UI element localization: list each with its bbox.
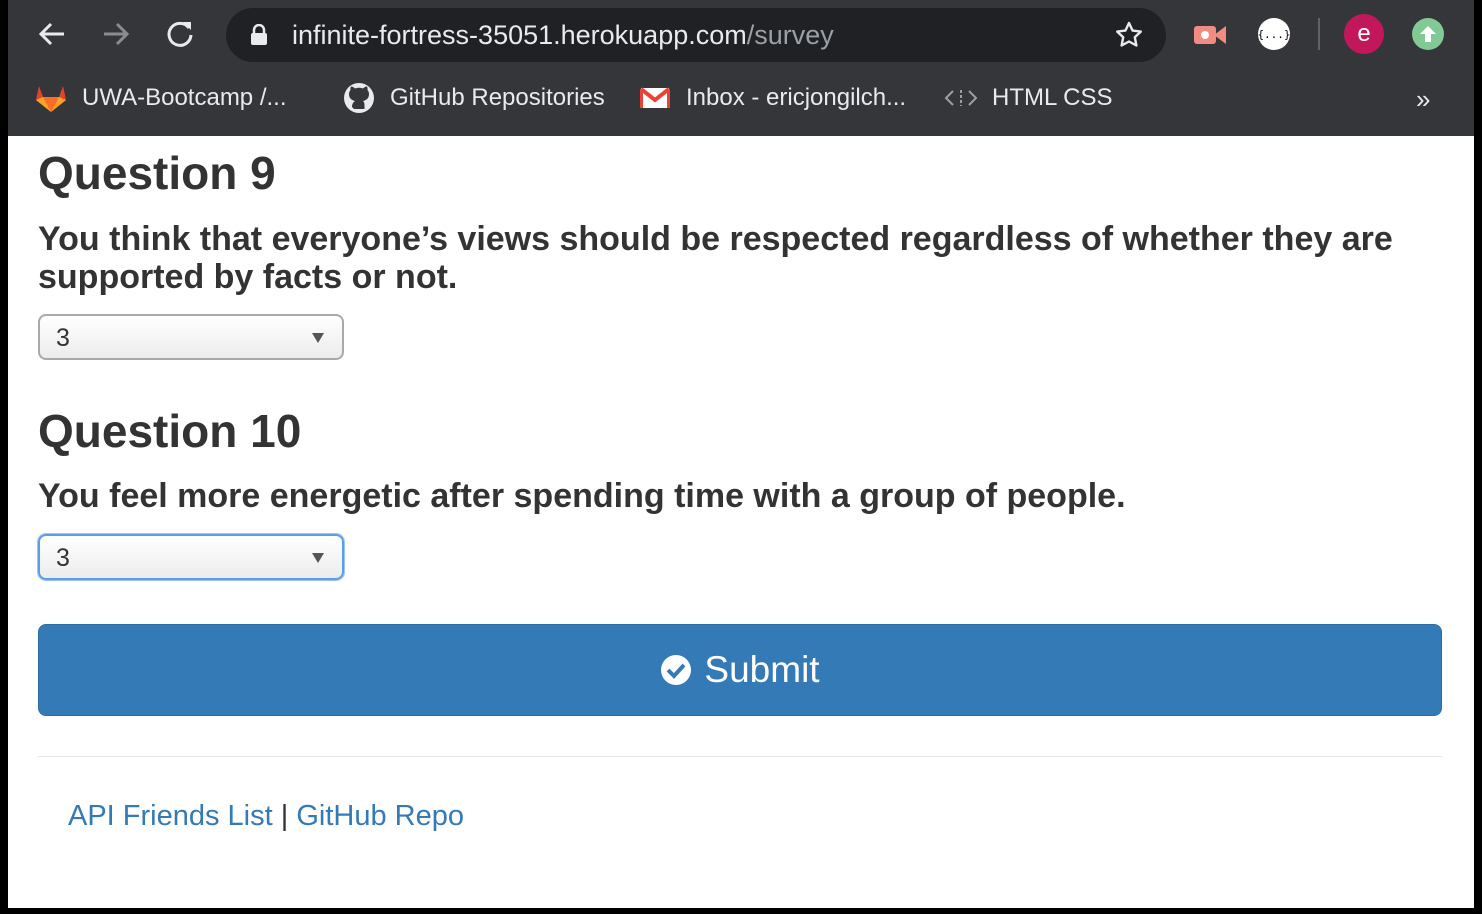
address-bar[interactable]: infinite-fortress-35051.herokuapp.com/su… (226, 8, 1166, 62)
question-text: You feel more energetic after spending t… (38, 477, 1126, 515)
forward-arrow-icon (104, 22, 130, 46)
divider (38, 756, 1442, 757)
screen-record-extension-icon[interactable] (1192, 20, 1228, 50)
question-9-select[interactable]: 3 (38, 314, 344, 360)
forward-button[interactable] (99, 17, 133, 51)
update-icon[interactable] (1412, 18, 1444, 50)
bookmarks-bar: UWA-Bootcamp /... GitHub Repositories In… (8, 70, 1474, 136)
browser-window: infinite-fortress-35051.herokuapp.com/su… (8, 0, 1474, 908)
question-10-select[interactable]: 3 (38, 534, 344, 580)
github-repo-link[interactable]: GitHub Repo (296, 800, 464, 832)
bookmark-html-css[interactable]: HTML CSS (944, 82, 1112, 114)
select-value: 3 (56, 324, 70, 352)
question-title: Question 10 (38, 405, 302, 457)
gmail-icon (638, 81, 672, 115)
toolbar-divider (1318, 18, 1320, 50)
footer-links: API Friends List | GitHub Repo (68, 800, 464, 833)
lock-icon (250, 23, 268, 51)
url-text: infinite-fortress-35051.herokuapp.com/su… (292, 20, 834, 50)
profile-avatar[interactable]: e (1344, 14, 1384, 54)
bookmarks-overflow-chevron-icon[interactable]: » (1416, 84, 1430, 115)
bookmark-label: Inbox - ericjongilch... (686, 84, 907, 111)
bookmark-uwa-bootcamp[interactable]: UWA-Bootcamp /... (34, 82, 287, 114)
code-icon (944, 81, 978, 115)
gitlab-icon (34, 81, 68, 115)
dropdown-arrow-icon (312, 333, 324, 343)
submit-button[interactable]: Submit (38, 624, 1442, 716)
bookmark-label: GitHub Repositories (390, 84, 605, 111)
bookmark-label: UWA-Bootcamp /... (82, 84, 287, 111)
bookmark-star-icon[interactable] (1114, 20, 1144, 55)
browser-toolbar: infinite-fortress-35051.herokuapp.com/su… (8, 0, 1474, 70)
back-button[interactable] (35, 17, 69, 51)
check-circle-icon (660, 654, 692, 686)
dropdown-arrow-icon (312, 553, 324, 563)
github-icon (342, 81, 376, 115)
submit-label: Submit (704, 649, 820, 690)
bookmark-inbox[interactable]: Inbox - ericjongilch... (638, 82, 906, 114)
json-viewer-extension-icon[interactable]: {...} (1257, 18, 1291, 50)
select-value: 3 (56, 544, 70, 572)
api-friends-list-link[interactable]: API Friends List (68, 800, 273, 832)
reload-icon (167, 21, 193, 47)
question-title: Question 9 (38, 147, 276, 199)
footer-separator: | (280, 800, 289, 832)
reload-button[interactable] (163, 17, 197, 51)
bookmark-label: HTML CSS (992, 84, 1113, 111)
back-arrow-icon (38, 22, 64, 46)
bookmark-github-repositories[interactable]: GitHub Repositories (342, 82, 605, 114)
question-text: You think that everyone’s views should b… (38, 220, 1393, 296)
